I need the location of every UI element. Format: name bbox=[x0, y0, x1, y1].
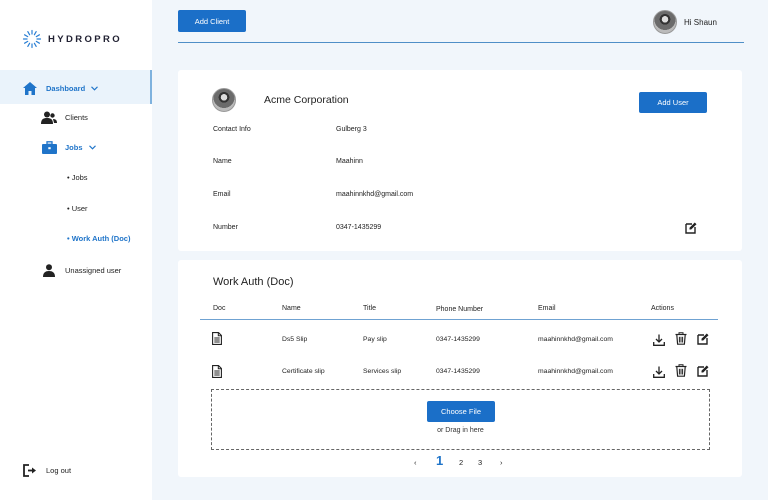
name-value: Maahinn bbox=[336, 158, 363, 165]
doc-name: Ds5 Slip bbox=[282, 336, 308, 343]
user-greeting: Hi Shaun bbox=[684, 17, 717, 27]
user-menu[interactable]: Hi Shaun bbox=[653, 10, 717, 34]
column-header-name: Name bbox=[282, 305, 301, 312]
contact-info-value: Gulberg 3 bbox=[336, 126, 367, 133]
contact-info-label: Contact Info bbox=[213, 126, 251, 133]
doc-title: Services slip bbox=[363, 368, 402, 375]
doc-name: Certificate slip bbox=[282, 368, 325, 375]
trash-icon[interactable] bbox=[675, 332, 687, 350]
avatar bbox=[653, 10, 677, 34]
chevron-down-icon bbox=[91, 85, 99, 91]
column-header-title: Title bbox=[363, 305, 376, 312]
sidebar-item-label: Jobs bbox=[65, 142, 83, 152]
sidebar-item-dashboard[interactable]: Dashboard bbox=[22, 80, 99, 96]
drag-hint: or Drag in here bbox=[437, 427, 484, 434]
sidebar-item-unassigned-user[interactable]: Unassigned user bbox=[41, 262, 121, 278]
pagination-page-3[interactable]: 3 bbox=[478, 458, 482, 467]
sidebar-item-label: Dashboard bbox=[46, 83, 86, 93]
edit-icon[interactable] bbox=[697, 332, 709, 350]
number-value: 0347-1435299 bbox=[336, 224, 382, 231]
sidebar-subitem-work-auth[interactable]: • Work Auth (Doc) bbox=[67, 234, 130, 243]
sidebar-item-clients[interactable]: Clients bbox=[41, 109, 88, 125]
pagination-page-2[interactable]: 2 bbox=[459, 458, 463, 467]
column-header-actions: Actions bbox=[651, 305, 674, 312]
briefcase-icon bbox=[41, 139, 57, 155]
sidebar-item-jobs[interactable]: Jobs bbox=[41, 139, 96, 155]
column-header-phone: Phone Number bbox=[436, 306, 484, 313]
client-avatar bbox=[212, 88, 236, 112]
sidebar-subitem-jobs[interactable]: • Jobs bbox=[67, 173, 88, 182]
column-header-doc: Doc bbox=[213, 305, 226, 312]
doc-title: Pay slip bbox=[363, 336, 387, 343]
client-name: Acme Corporation bbox=[264, 94, 349, 106]
add-client-button[interactable]: Add Client bbox=[178, 10, 246, 32]
number-label: Number bbox=[213, 224, 238, 231]
work-auth-card: Work Auth (Doc) Doc Name Title Phone Num… bbox=[178, 260, 742, 477]
download-icon[interactable] bbox=[653, 333, 665, 351]
header-divider bbox=[178, 42, 744, 43]
brand-name: HYDROPRO bbox=[48, 33, 123, 45]
brand-logo[interactable]: HYDROPRO bbox=[22, 29, 122, 49]
document-icon bbox=[212, 365, 222, 383]
name-label: Name bbox=[213, 158, 232, 165]
email-label: Email bbox=[213, 191, 231, 198]
pagination-page-1[interactable]: 1 bbox=[436, 453, 443, 468]
pagination-prev[interactable]: ‹ bbox=[414, 458, 417, 467]
sidebar-item-label: Clients bbox=[65, 112, 88, 122]
add-user-button[interactable]: Add User bbox=[639, 92, 707, 113]
column-header-email: Email bbox=[538, 305, 556, 312]
section-title: Work Auth (Doc) bbox=[213, 276, 294, 288]
table-header-divider bbox=[200, 319, 718, 320]
trash-icon[interactable] bbox=[675, 364, 687, 382]
file-dropzone[interactable]: Choose File or Drag in here bbox=[211, 389, 710, 450]
logout-button[interactable]: Log out bbox=[22, 462, 71, 478]
sidebar-subitem-user[interactable]: • User bbox=[67, 204, 88, 213]
user-icon bbox=[41, 262, 57, 278]
logout-label: Log out bbox=[46, 465, 72, 475]
client-info-card: Acme Corporation Add User Contact Info G… bbox=[178, 70, 742, 251]
users-icon bbox=[41, 109, 57, 125]
chevron-down-icon bbox=[88, 144, 96, 150]
sidebar-subitem-label: Work Auth (Doc) bbox=[71, 234, 131, 243]
document-icon bbox=[212, 332, 222, 350]
doc-email: maahinnkhd@gmail.com bbox=[538, 368, 613, 375]
logo-icon bbox=[22, 29, 42, 49]
download-icon[interactable] bbox=[653, 365, 665, 383]
doc-phone: 0347-1435299 bbox=[436, 368, 480, 375]
doc-email: maahinnkhd@gmail.com bbox=[538, 336, 613, 343]
sidebar-item-label: Unassigned user bbox=[65, 265, 122, 275]
home-icon bbox=[22, 80, 38, 96]
pagination-next[interactable]: › bbox=[500, 458, 503, 467]
edit-client-icon[interactable] bbox=[685, 221, 697, 239]
sidebar-subitem-label: User bbox=[71, 204, 88, 213]
sidebar-subitem-label: Jobs bbox=[71, 173, 88, 182]
choose-file-button[interactable]: Choose File bbox=[427, 401, 495, 422]
doc-phone: 0347-1435299 bbox=[436, 336, 480, 343]
logout-icon bbox=[22, 462, 38, 478]
edit-icon[interactable] bbox=[697, 364, 709, 382]
email-value: maahinnkhd@gmail.com bbox=[336, 191, 414, 198]
sidebar: HYDROPRO Dashboard Clients Jobs • Jobs •… bbox=[0, 0, 152, 500]
